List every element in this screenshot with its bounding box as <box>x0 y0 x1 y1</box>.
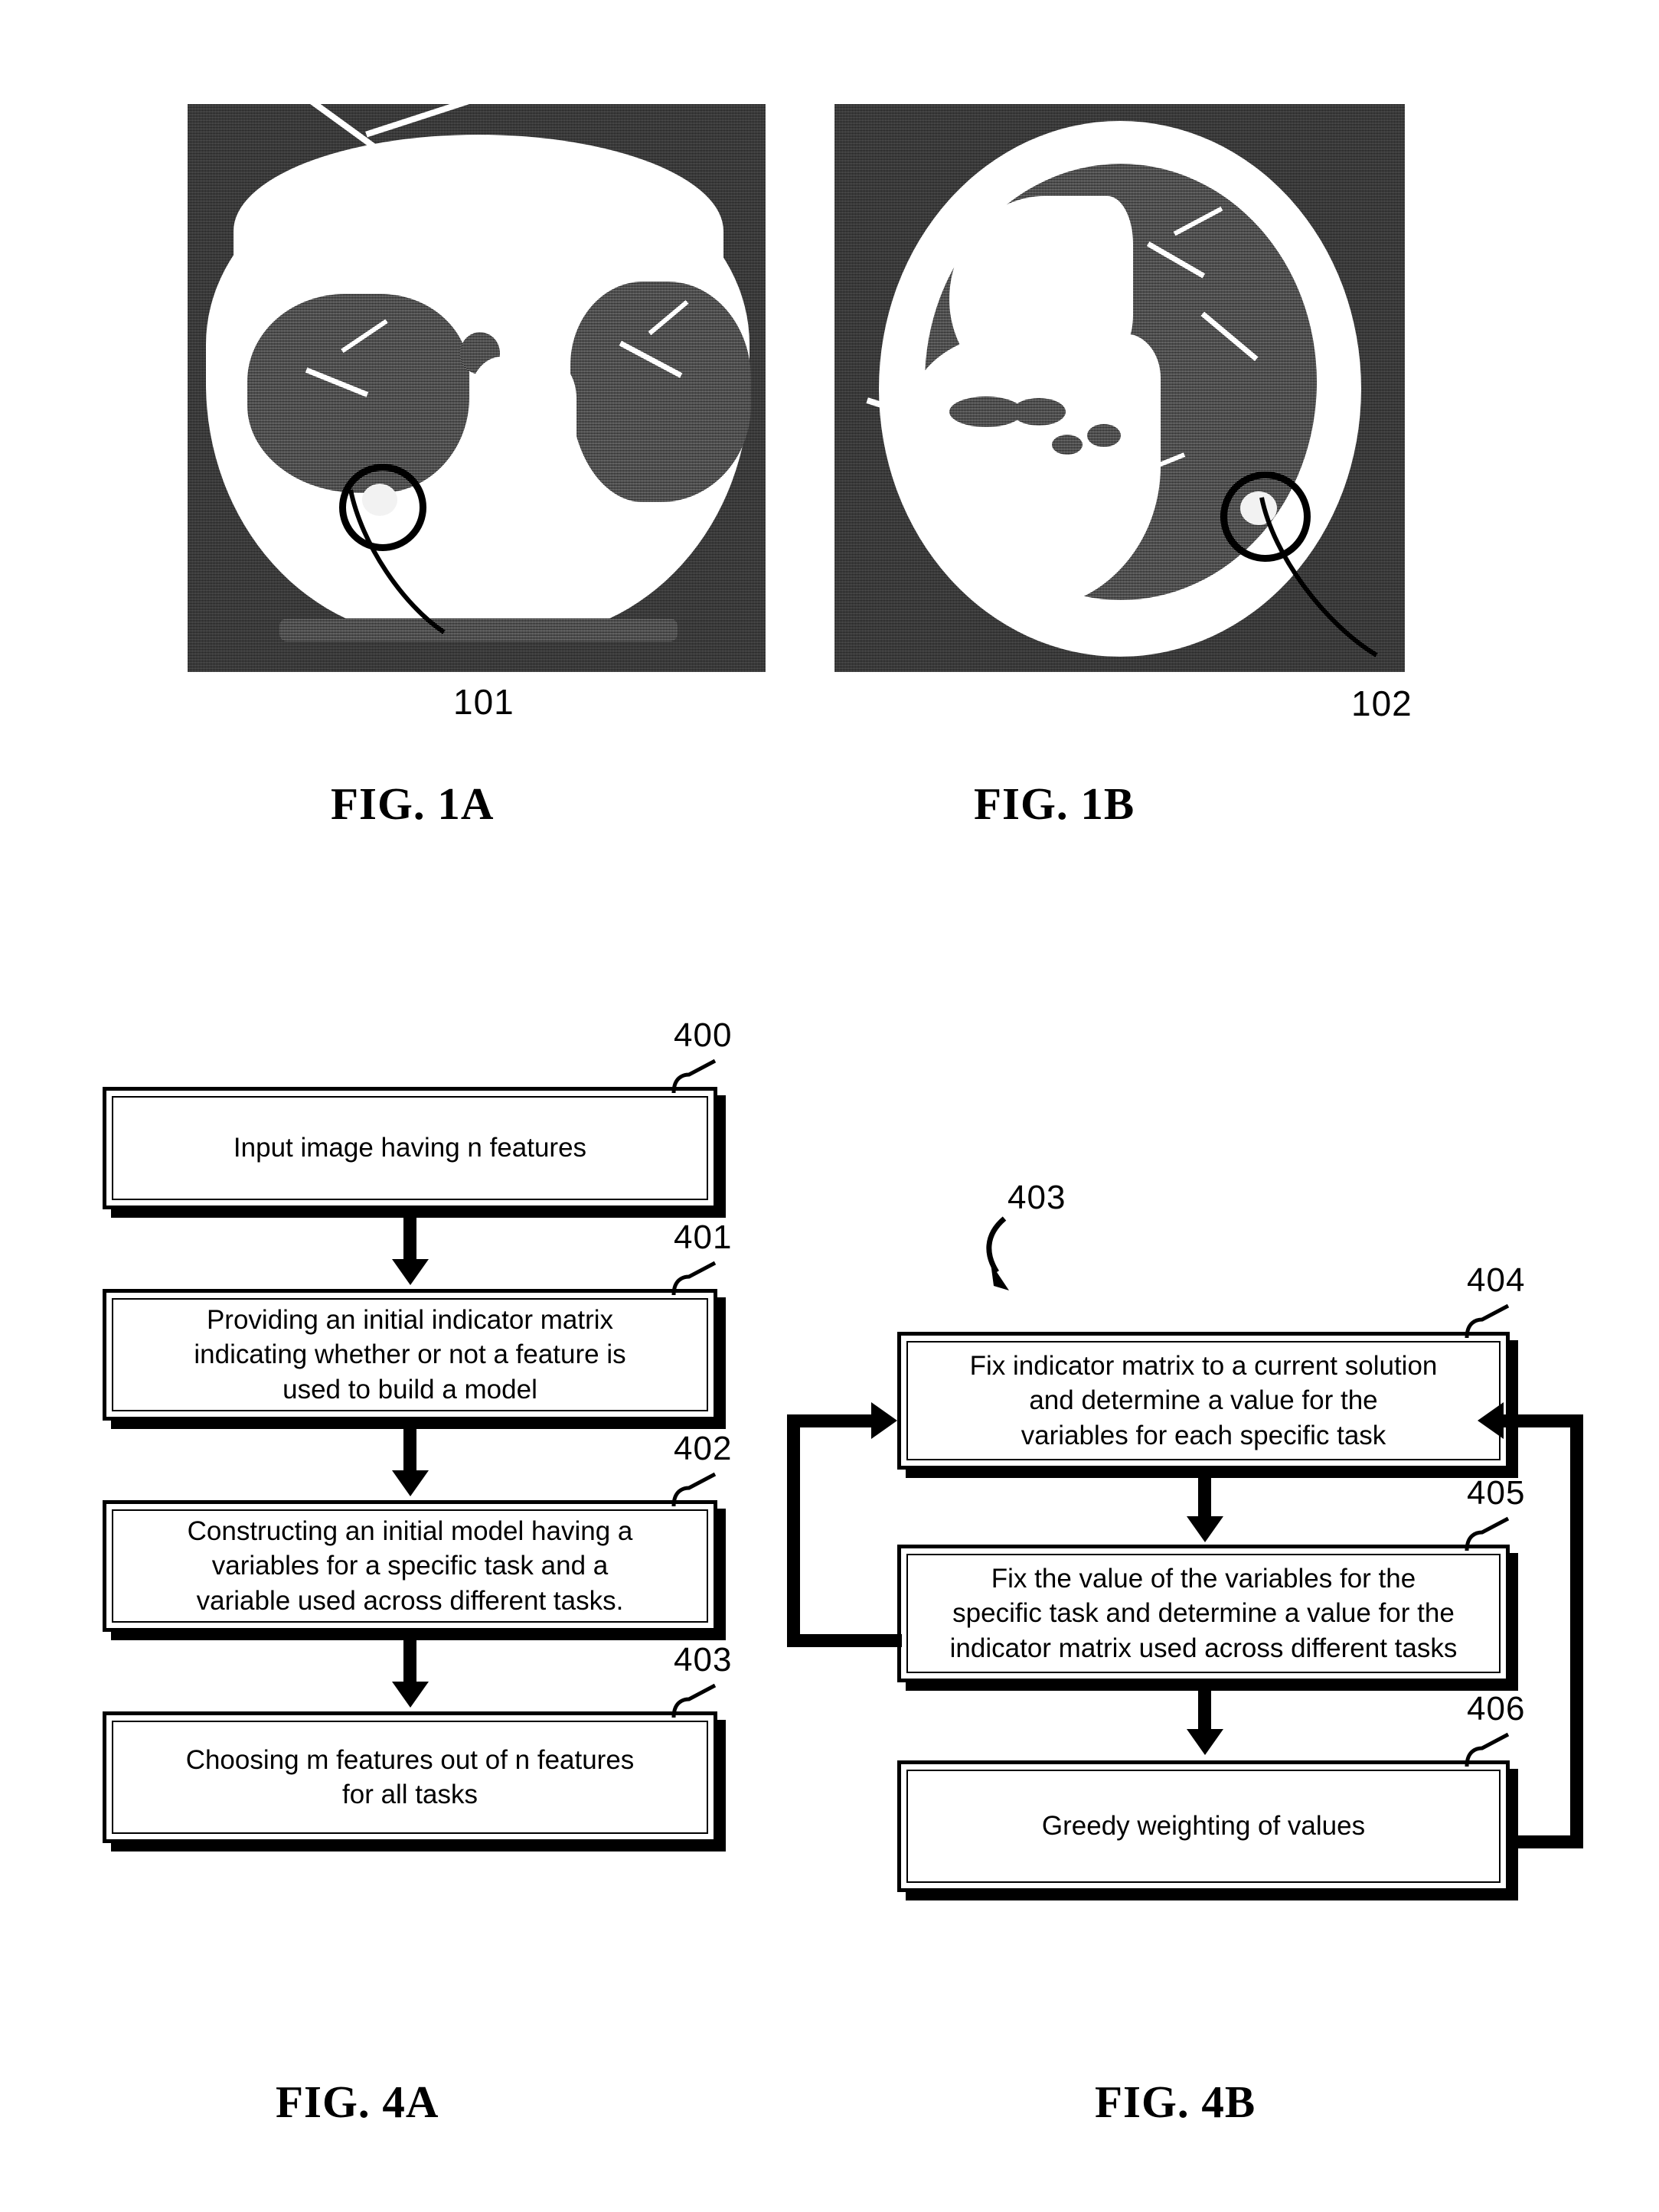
ct-fissure-b <box>949 196 1133 395</box>
flow-box-400-inner: Input image having n features <box>112 1096 708 1200</box>
ct-ref-label-101: 101 <box>453 682 514 722</box>
flow-box-404[interactable]: Fix indicator matrix to a current soluti… <box>897 1332 1510 1470</box>
feedback-left-vertical-segment <box>787 1414 800 1647</box>
feedback-right-arrowhead <box>1478 1402 1504 1439</box>
flow-box-405-label: Fix the value of the variables for the s… <box>949 1563 1458 1663</box>
flow-box-401-inner: Providing an initial indicator matrix in… <box>112 1298 708 1411</box>
flow-box-405[interactable]: Fix the value of the variables for the s… <box>897 1545 1510 1682</box>
figure-caption-1b: FIG. 1B <box>974 778 1135 829</box>
flow-box-404-label: Fix indicator matrix to a current soluti… <box>969 1350 1438 1450</box>
leader-hook-401 <box>671 1261 717 1296</box>
group-callout-arrow-403 <box>986 1216 1009 1290</box>
flow-ref-400: 400 <box>674 1016 733 1054</box>
flow-ref-403a: 403 <box>674 1641 733 1679</box>
flow-box-406-label: Greedy weighting of values <box>1041 1811 1366 1842</box>
flow-arrow-shaft-402-403 <box>403 1640 416 1686</box>
flow-box-401-label: Providing an initial indicator matrix in… <box>194 1304 626 1405</box>
flow-ref-402: 402 <box>674 1430 733 1467</box>
flow-ref-404: 404 <box>1467 1261 1526 1299</box>
leader-line-102 <box>1259 497 1378 657</box>
flow-box-406[interactable]: Greedy weighting of values <box>897 1760 1510 1892</box>
leader-line-101 <box>348 489 446 635</box>
flow-box-405-inner: Fix the value of the variables for the s… <box>906 1554 1501 1673</box>
flow-box-400-label: Input image having n features <box>233 1133 587 1163</box>
flow-arrow-head-405-406 <box>1187 1729 1223 1755</box>
flow-box-400[interactable]: Input image having n features <box>103 1087 717 1209</box>
feedback-left-arrowhead <box>871 1402 897 1439</box>
flow-box-403[interactable]: Choosing m features out of n features fo… <box>103 1711 717 1843</box>
leader-hook-400 <box>671 1059 717 1094</box>
flow-box-401[interactable]: Providing an initial indicator matrix in… <box>103 1289 717 1421</box>
flow-arrow-shaft-400-401 <box>403 1218 416 1264</box>
figure-caption-4b: FIG. 4B <box>1095 2077 1256 2127</box>
leader-hook-405 <box>1465 1516 1510 1551</box>
flow-ref-401: 401 <box>674 1219 733 1256</box>
ct-bronchus-b4 <box>1087 424 1121 447</box>
flow-box-402-inner: Constructing an initial model having a v… <box>112 1509 708 1623</box>
flow-arrow-shaft-405-406 <box>1198 1691 1211 1734</box>
feedback-right-top-segment <box>1502 1414 1583 1427</box>
flow-arrow-head-401-402 <box>392 1470 429 1496</box>
feedback-left-bottom-segment <box>787 1634 902 1647</box>
flow-arrow-head-402-403 <box>392 1682 429 1708</box>
flow-box-404-inner: Fix indicator matrix to a current soluti… <box>906 1341 1501 1460</box>
figure-caption-4a: FIG. 4A <box>276 2077 439 2127</box>
leader-hook-402 <box>671 1472 717 1507</box>
figure-caption-1a: FIG. 1A <box>331 778 495 829</box>
flow-ref-405: 405 <box>1467 1474 1526 1512</box>
flow-arrow-shaft-401-402 <box>403 1429 416 1475</box>
flow-arrow-head-400-401 <box>392 1259 429 1285</box>
ct-lung-field-right <box>570 282 751 502</box>
flow-arrow-head-404-405 <box>1187 1516 1223 1542</box>
ct-ref-label-102: 102 <box>1351 684 1412 723</box>
feedback-right-vertical-segment <box>1570 1414 1583 1848</box>
flow-ref-406: 406 <box>1467 1690 1526 1728</box>
flow-box-403-inner: Choosing m features out of n features fo… <box>112 1721 708 1834</box>
leader-hook-406 <box>1465 1732 1510 1767</box>
ct-bronchus-b2 <box>1012 398 1066 426</box>
feedback-left-top-segment <box>787 1414 877 1427</box>
flow-box-402[interactable]: Constructing an initial model having a v… <box>103 1500 717 1632</box>
flow-box-403-label: Choosing m features out of n features fo… <box>185 1744 635 1810</box>
ct-bronchus-b3 <box>1052 435 1083 455</box>
flow-ref-403-group: 403 <box>1007 1179 1066 1216</box>
flow-arrow-shaft-404-405 <box>1198 1478 1211 1521</box>
flow-box-402-label: Constructing an initial model having a v… <box>187 1515 633 1616</box>
leader-hook-404 <box>1465 1303 1510 1339</box>
flow-box-406-inner: Greedy weighting of values <box>906 1770 1501 1883</box>
leader-hook-403a <box>671 1683 717 1718</box>
